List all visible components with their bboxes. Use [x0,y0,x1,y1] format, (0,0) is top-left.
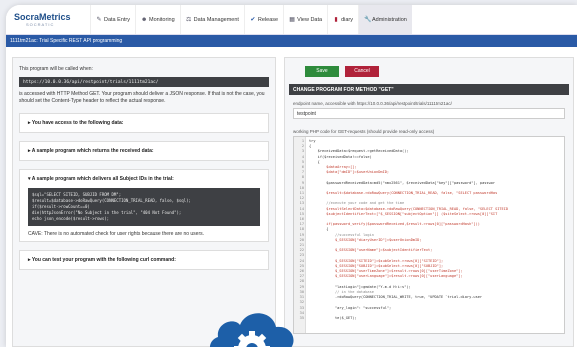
code-line: te($_GET); [309,315,357,320]
nav-label: View Data [297,16,323,23]
page-title-bar: 1111tm21ac: Trial Specific REST API prog… [6,35,577,47]
nav-label: Data Entry [104,16,130,23]
section-available-data[interactable]: ▸ You have access to the following data: [19,113,269,133]
save-button[interactable]: Save [305,65,339,77]
app-window: SocraMetrics SOCRATIC ✎ Data Entry ☻ Mon… [6,5,577,347]
nav-administration[interactable]: 🔧 Administration [358,5,412,34]
editor-panel: Save Cancel CHANGE PROGRAM FOR METHOD "G… [284,57,574,347]
section-title: You can test your program with the follo… [31,257,176,263]
section-sample-subjects[interactable]: ▾ A sample program which delivers all Su… [19,169,269,242]
page-title: 1111tm21ac: Trial Specific REST API prog… [10,38,123,44]
sample-code-block: $sql="SELECT SITEID, SUBJID FROM DM"; $r… [28,188,260,226]
nav-data-entry[interactable]: ✎ Data Entry [90,5,135,34]
section-curl-test[interactable]: ▸ You can test your program with the fol… [19,250,269,270]
nav-label: Data Management [193,16,239,23]
intro-text: This program will be called when: [19,66,93,72]
code-line: $result=$database->doRawQuery(CONNECTION… [309,191,498,196]
nav-release[interactable]: ✔ Release [243,5,283,34]
editor-title: CHANGE PROGRAM FOR METHOD "GET" [289,84,569,95]
code-line: if(password_verify($passwordReceived,$re… [309,222,480,227]
top-nav: SocraMetrics SOCRATIC ✎ Data Entry ☻ Mon… [6,5,577,35]
section-title: A sample program which delivers all Subj… [31,176,174,182]
code-line: echo json_encode($result->rows); [32,216,110,221]
nav-label: Release [257,16,279,23]
book-icon: ▮ [334,16,338,23]
brand-subtitle: SOCRATIC [26,22,55,27]
endpoint-url: https://10.0.0.36/api/restpoint/trials/1… [19,77,269,87]
code-line: ->doRawQuery(CONNECTION_TRIAL_WRITE, tru… [309,295,483,300]
code-text[interactable]: try{ $receivedData=$request->getReceived… [306,137,511,333]
nav-diary[interactable]: ▮ diary [327,5,358,34]
nav-label: Monitoring [148,16,175,23]
pencil-icon: ✎ [96,16,102,23]
code-label: working PHP code for GET-requests (shoul… [293,129,435,134]
section-sample-received[interactable]: ▸ A sample program which returns the rec… [19,141,269,161]
nav-label: Administration [372,16,407,23]
nav-data-management[interactable]: ⚖ Data Management [179,5,244,34]
scale-icon: ⚖ [185,16,192,23]
button-row: Save Cancel [285,58,573,84]
nav-view-data[interactable]: ▦ View Data [283,5,327,34]
endpoint-label: endpoint name, accessible with https://1… [293,101,452,106]
endpoint-name-input[interactable]: testpoint [293,108,565,119]
brand-name: SocraMetrics [14,12,71,22]
cloud-gear-icon [210,313,294,347]
code-line: $subjectIdentifierText=["$_SESSION["subj… [309,211,498,216]
nav-label: diary [341,16,353,23]
description-text: is accessed with HTTP Method GET. Your p… [19,91,265,104]
grid-icon: ▦ [289,16,295,23]
section-title: You have access to the following data: [31,120,124,126]
cancel-button[interactable]: Cancel [345,65,379,77]
code-line: $passwordReceivedData=md5("nmx2561", $re… [309,180,496,185]
check-icon: ✔ [250,16,256,23]
section-title: A sample program which returns the recei… [31,148,154,154]
caveat-text: CAVE: There is no automated check for us… [28,231,205,237]
nav-monitoring[interactable]: ☻ Monitoring [134,5,180,34]
php-code-editor[interactable]: 1 2 3 4 5 6 7 8 9 10 11 12 13 14 15 16 17 18 19 20 21 22 23 24 2… [293,136,565,334]
people-icon: ☻ [140,16,148,23]
brand-logo[interactable]: SocraMetrics SOCRATIC [14,12,86,27]
wrench-icon: 🔧 [364,16,372,23]
